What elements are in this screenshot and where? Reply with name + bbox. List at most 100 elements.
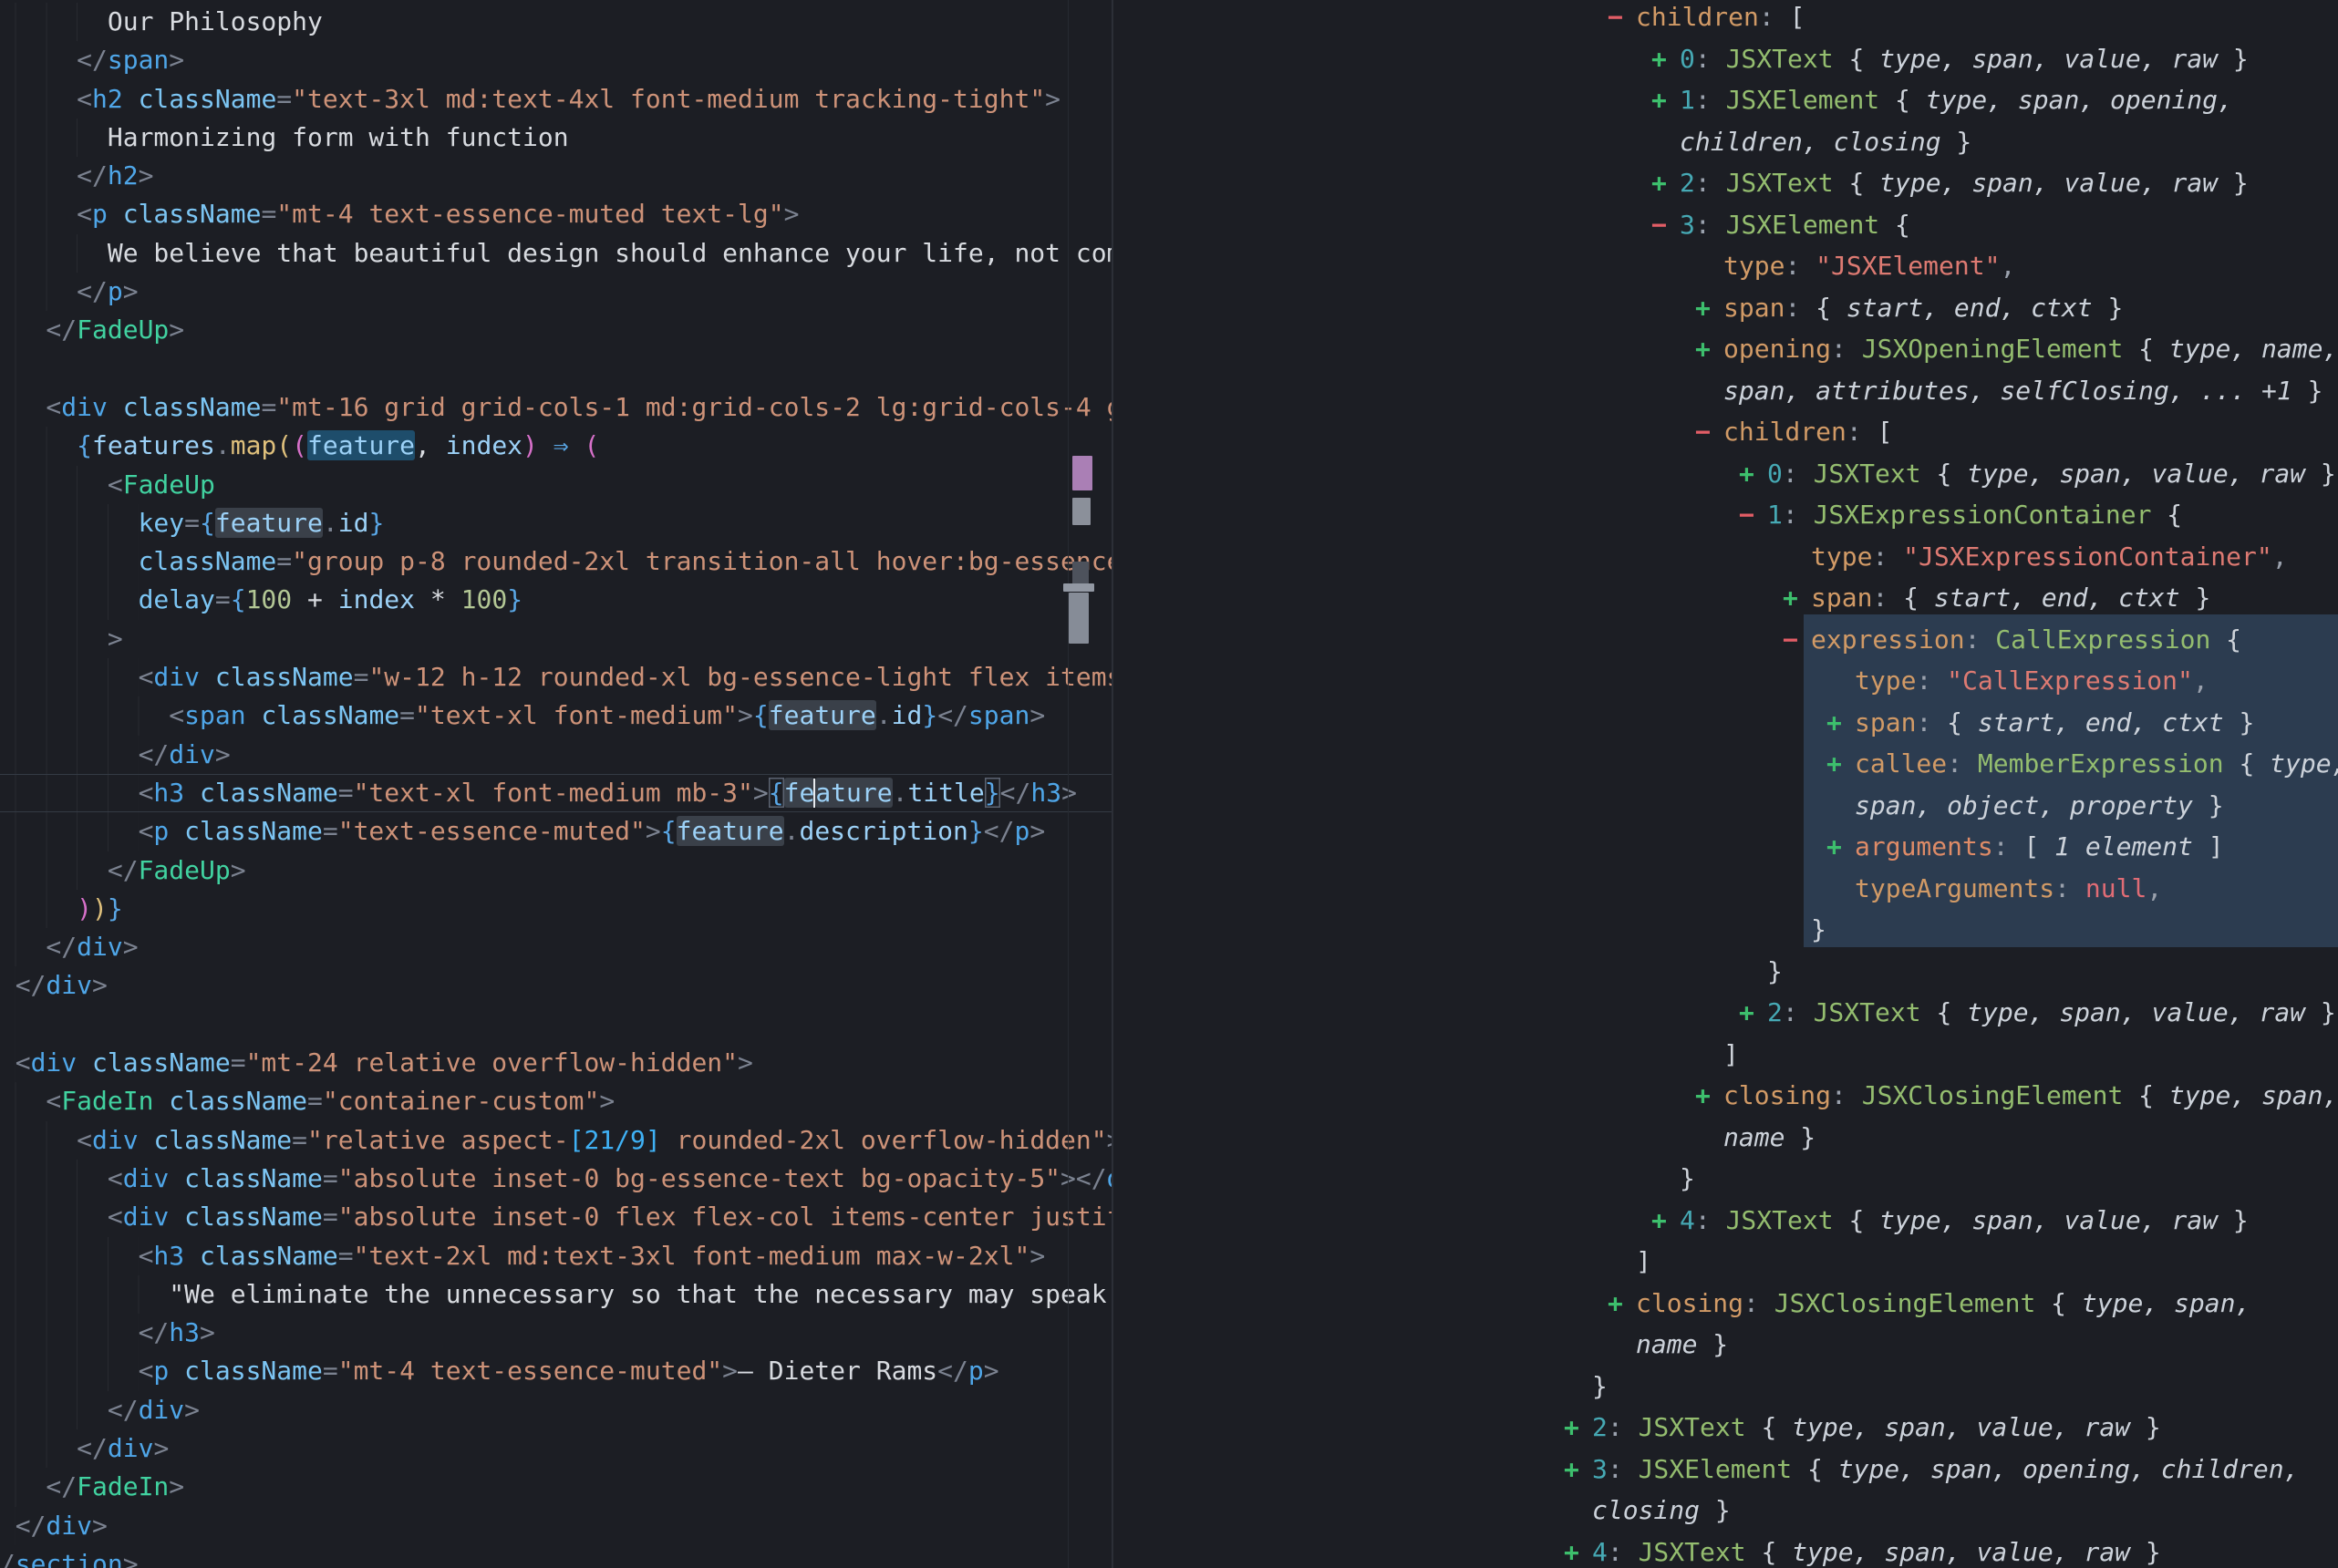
ast-row[interactable]: name } <box>1112 1324 2338 1366</box>
code-line[interactable]: <div className="mt-16 grid grid-cols-1 m… <box>0 388 1112 427</box>
code-line[interactable]: <h3 className="text-2xl md:text-3xl font… <box>0 1237 1112 1275</box>
code-editor-pane[interactable]: Our Philosophy</span><h2 className="text… <box>0 0 1112 1568</box>
expand-icon[interactable]: + <box>1564 1532 1591 1568</box>
ast-row[interactable]: span, object, property } <box>1112 785 2338 827</box>
ast-row[interactable]: } <box>1112 1158 2338 1200</box>
code-line[interactable]: </FadeUp> <box>0 851 1112 890</box>
code-line[interactable]: > <box>0 620 1112 658</box>
expand-icon[interactable]: + <box>1695 1075 1722 1117</box>
expand-icon[interactable]: + <box>1826 702 1854 744</box>
ast-row[interactable]: +2: JSXText { type, span, value, raw } <box>1112 162 2338 204</box>
code-line[interactable]: <div className="absolute inset-0 bg-esse… <box>0 1160 1112 1198</box>
ast-row[interactable]: −expression: CallExpression { <box>1112 619 2338 661</box>
collapse-icon[interactable]: − <box>1608 0 1635 38</box>
code-line[interactable]: </h3> <box>0 1314 1112 1352</box>
code-line[interactable]: </section> <box>0 1545 1112 1568</box>
code-line[interactable]: <div className="absolute inset-0 flex fl… <box>0 1198 1112 1236</box>
ast-row[interactable]: type: "JSXElement", <box>1112 245 2338 287</box>
code-line[interactable]: </span> <box>0 41 1112 79</box>
code-line[interactable]: </h2> <box>0 157 1112 195</box>
ast-row[interactable]: +1: JSXElement { type, span, opening, <box>1112 79 2338 121</box>
code-line[interactable]: </p> <box>0 273 1112 311</box>
code-line[interactable]: </FadeUp> <box>0 311 1112 349</box>
code-line[interactable]: delay={100 + index * 100} <box>0 581 1112 619</box>
code-line-current[interactable]: <h3 className="text-xl font-medium mb-3"… <box>0 774 1112 812</box>
code-line[interactable]: <p className="mt-4 text-essence-muted te… <box>0 195 1112 233</box>
ast-row[interactable]: ] <box>1112 1034 2338 1076</box>
code-line[interactable]: </div> <box>0 1507 1112 1545</box>
expand-icon[interactable]: + <box>1564 1407 1591 1449</box>
ast-row[interactable]: +0: JSXText { type, span, value, raw } <box>1112 453 2338 495</box>
code-line[interactable]: </div> <box>0 1429 1112 1468</box>
ast-row[interactable]: +2: JSXText { type, span, value, raw } <box>1112 1407 2338 1449</box>
code-line[interactable] <box>0 350 1112 388</box>
ast-row[interactable]: children, closing } <box>1112 121 2338 163</box>
code-line[interactable]: Our Philosophy <box>0 3 1112 41</box>
ast-row[interactable]: ] <box>1112 1241 2338 1283</box>
ast-explorer-pane[interactable]: −children: [+0: JSXText { type, span, va… <box>1112 0 2338 1568</box>
code-line[interactable]: ))} <box>0 890 1112 928</box>
ast-row[interactable]: +closing: JSXClosingElement { type, span… <box>1112 1283 2338 1325</box>
collapse-icon[interactable]: − <box>1651 204 1679 246</box>
collapse-icon[interactable]: − <box>1783 619 1810 661</box>
code-line[interactable]: <p className="text-essence-muted">{featu… <box>0 812 1112 851</box>
ast-row[interactable]: +span: { start, end, ctxt } <box>1112 287 2338 329</box>
expand-icon[interactable]: + <box>1651 1200 1679 1242</box>
ast-row[interactable]: +closing: JSXClosingElement { type, span… <box>1112 1075 2338 1117</box>
ast-row[interactable]: +span: { start, end, ctxt } <box>1112 577 2338 619</box>
ast-row[interactable]: −1: JSXExpressionContainer { <box>1112 494 2338 536</box>
collapse-icon[interactable]: − <box>1739 494 1766 536</box>
ast-row[interactable]: +callee: MemberExpression { type, <box>1112 743 2338 785</box>
code-line[interactable]: <FadeIn className="container-custom"> <box>0 1082 1112 1120</box>
code-line[interactable] <box>0 1006 1112 1044</box>
code-line[interactable]: "We eliminate the unnecessary so that th… <box>0 1275 1112 1314</box>
code-line[interactable]: <span className="text-xl font-medium">{f… <box>0 696 1112 735</box>
code-line[interactable]: </FadeIn> <box>0 1468 1112 1506</box>
ast-row[interactable]: +4: JSXText { type, span, value, raw } <box>1112 1532 2338 1568</box>
expand-icon[interactable]: + <box>1651 38 1679 80</box>
ast-row[interactable]: +2: JSXText { type, span, value, raw } <box>1112 992 2338 1034</box>
ast-row[interactable]: name } <box>1112 1117 2338 1159</box>
code-line[interactable]: <div className="mt-24 relative overflow-… <box>0 1044 1112 1082</box>
ast-row[interactable]: span, attributes, selfClosing, ... +1 } <box>1112 370 2338 412</box>
expand-icon[interactable]: + <box>1695 287 1722 329</box>
ast-row[interactable]: −children: [ <box>1112 411 2338 453</box>
expand-icon[interactable]: + <box>1783 577 1810 619</box>
expand-icon[interactable]: + <box>1564 1449 1591 1491</box>
ast-row[interactable]: +0: JSXText { type, span, value, raw } <box>1112 38 2338 80</box>
expand-icon[interactable]: + <box>1651 162 1679 204</box>
ast-row[interactable]: +opening: JSXOpeningElement { type, name… <box>1112 328 2338 370</box>
expand-icon[interactable]: + <box>1826 743 1854 785</box>
ast-row[interactable]: } <box>1112 951 2338 993</box>
ast-row[interactable]: +span: { start, end, ctxt } <box>1112 702 2338 744</box>
ast-row[interactable]: type: "CallExpression", <box>1112 660 2338 702</box>
code-line[interactable]: <div className="relative aspect-[21/9] r… <box>0 1121 1112 1160</box>
expand-icon[interactable]: + <box>1608 1283 1635 1325</box>
ast-row[interactable]: −3: JSXElement { <box>1112 204 2338 246</box>
code-line[interactable]: </div> <box>0 928 1112 966</box>
code-line[interactable]: <h2 className="text-3xl md:text-4xl font… <box>0 80 1112 119</box>
ast-row[interactable]: typeArguments: null, <box>1112 868 2338 910</box>
code-line[interactable]: <div className="w-12 h-12 rounded-xl bg-… <box>0 658 1112 696</box>
ast-row[interactable]: +arguments: [ 1 element ] <box>1112 826 2338 868</box>
code-line[interactable]: </div> <box>0 736 1112 774</box>
code-line[interactable]: </div> <box>0 1391 1112 1429</box>
ast-row[interactable]: −children: [ <box>1112 0 2338 38</box>
expand-icon[interactable]: + <box>1739 992 1766 1034</box>
ast-row[interactable]: } <box>1112 909 2338 951</box>
ast-row[interactable]: type: "JSXExpressionContainer", <box>1112 536 2338 578</box>
expand-icon[interactable]: + <box>1739 453 1766 495</box>
code-line[interactable]: key={feature.id} <box>0 504 1112 542</box>
code-line[interactable]: <p className="mt-4 text-essence-muted">—… <box>0 1352 1112 1390</box>
ast-row[interactable]: } <box>1112 1366 2338 1408</box>
expand-icon[interactable]: + <box>1826 826 1854 868</box>
expand-icon[interactable]: + <box>1651 79 1679 121</box>
ast-row[interactable]: +4: JSXText { type, span, value, raw } <box>1112 1200 2338 1242</box>
code-line[interactable]: </div> <box>0 966 1112 1005</box>
code-line[interactable]: <FadeUp <box>0 466 1112 504</box>
ast-row[interactable]: closing } <box>1112 1490 2338 1532</box>
code-line[interactable]: {features.map((feature, index) ⇒ ( <box>0 427 1112 465</box>
ast-row[interactable]: +3: JSXElement { type, span, opening, ch… <box>1112 1449 2338 1491</box>
collapse-icon[interactable]: − <box>1695 411 1722 453</box>
code-line[interactable]: className="group p-8 rounded-2xl transit… <box>0 542 1112 581</box>
